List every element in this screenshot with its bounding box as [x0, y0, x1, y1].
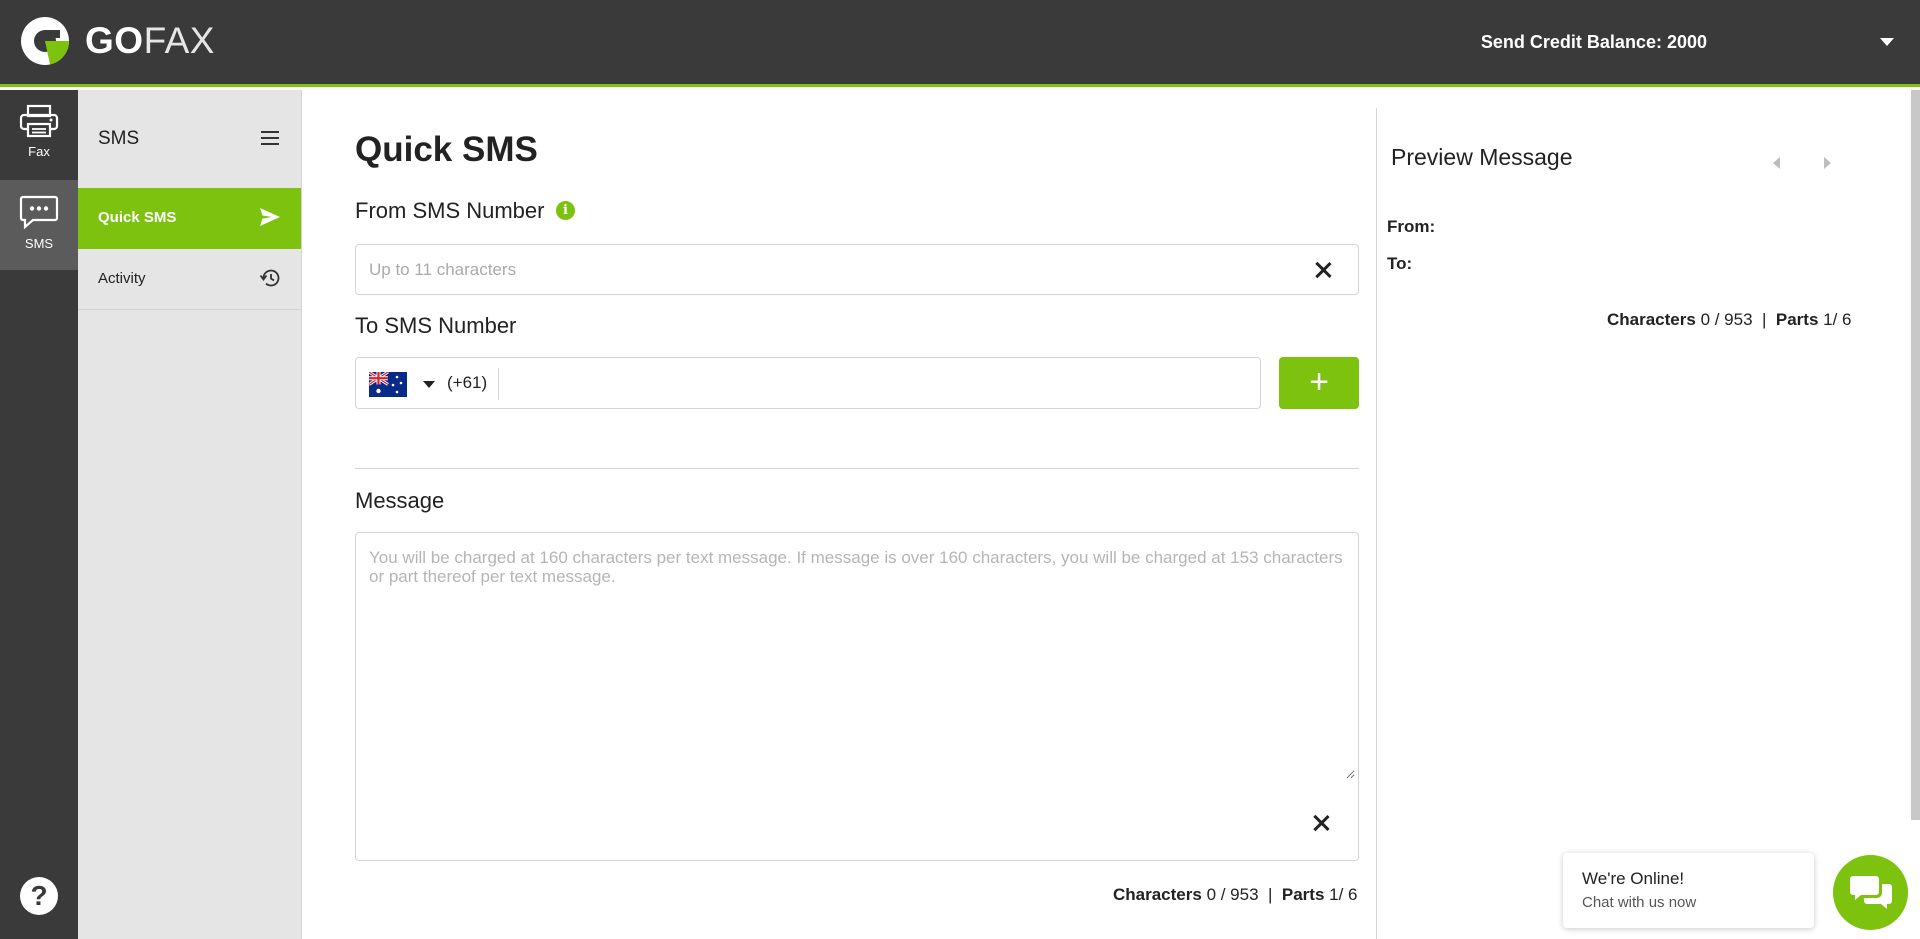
printer-icon — [19, 104, 59, 138]
send-icon — [260, 208, 280, 226]
preview-title: Preview Message — [1391, 144, 1573, 170]
chat-bubbles-icon — [1850, 876, 1892, 909]
australia-flag-icon[interactable] — [369, 372, 407, 397]
top-bar: GOFAX Send Credit Balance: 2000 — [0, 0, 1920, 87]
info-icon[interactable]: i — [556, 201, 575, 220]
subnav-item-quick-sms[interactable]: Quick SMS — [78, 188, 301, 249]
rail-item-fax[interactable]: Fax — [0, 90, 78, 180]
parts-label: Parts — [1775, 310, 1819, 329]
characters-label: Characters — [1607, 310, 1696, 329]
counter-separator: | — [1268, 885, 1273, 904]
parts-value: 1/ 6 — [1329, 885, 1358, 904]
characters-label: Characters — [1113, 885, 1202, 904]
history-icon — [259, 269, 280, 287]
clear-from-icon[interactable] — [1312, 259, 1334, 281]
preview-from-label: From: — [1387, 217, 1436, 236]
preview-counter: Characters 0 / 953 | Parts 1/ 6 — [1607, 310, 1852, 330]
sms-subnav: SMS Quick SMS Activity — [78, 90, 302, 939]
subnav-item-label: Activity — [98, 270, 146, 287]
characters-value: 0 / 953 — [1700, 310, 1753, 329]
chat-greeting-card[interactable]: We're Online! Chat with us now — [1563, 853, 1814, 928]
message-textarea[interactable] — [357, 534, 1355, 779]
logo-go: GO — [85, 20, 144, 61]
left-rail: Fax SMS ? — [0, 90, 78, 939]
message-label: Message — [355, 488, 445, 513]
clear-message-icon[interactable] — [1310, 812, 1332, 834]
subnav-title: SMS — [98, 128, 140, 149]
hamburger-menu-icon[interactable] — [261, 131, 279, 145]
chat-title: We're Online! — [1582, 869, 1685, 888]
logo-fax: FAX — [143, 20, 215, 61]
to-sms-number-field[interactable]: (+61) — [355, 357, 1261, 409]
chat-icon — [19, 195, 59, 230]
from-sms-number-label: From SMS Number — [355, 198, 545, 223]
dial-code: (+61) — [447, 373, 488, 392]
gofax-logo-icon — [20, 16, 70, 66]
account-dropdown-caret-icon[interactable] — [1880, 38, 1894, 46]
page-scrollbar[interactable] — [1911, 90, 1920, 820]
subnav-item-activity[interactable]: Activity — [78, 249, 301, 310]
parts-label: Parts — [1281, 885, 1325, 904]
to-sms-number-label: To SMS Number — [355, 313, 517, 338]
rail-item-sms[interactable]: SMS — [0, 180, 78, 270]
counter-separator: | — [1762, 310, 1767, 329]
add-recipient-button[interactable]: + — [1279, 357, 1359, 409]
form-divider — [355, 468, 1359, 469]
dial-separator — [498, 368, 499, 400]
help-icon[interactable]: ? — [20, 877, 58, 915]
gofax-wordmark: GOFAX — [85, 20, 215, 62]
page-title: Quick SMS — [355, 130, 538, 169]
characters-value: 0 / 953 — [1206, 885, 1259, 904]
preview-panel: Preview Message From: To: Characters 0 /… — [1376, 108, 1920, 939]
preview-prev-icon[interactable] — [1773, 157, 1780, 169]
gofax-logo[interactable]: GOFAX — [20, 16, 215, 66]
rail-item-fax-label: Fax — [28, 144, 50, 159]
preview-to-label: To: — [1387, 254, 1413, 273]
parts-value: 1/ 6 — [1823, 310, 1852, 329]
message-counter: Characters 0 / 953 | Parts 1/ 6 — [1113, 885, 1358, 905]
from-sms-number-input[interactable] — [355, 244, 1359, 295]
live-chat-button[interactable] — [1833, 855, 1908, 930]
message-box — [355, 532, 1359, 861]
rail-item-sms-label: SMS — [24, 236, 54, 251]
subnav-header: SMS — [78, 90, 301, 188]
country-dropdown-caret-icon[interactable] — [423, 381, 435, 388]
subnav-item-label: Quick SMS — [98, 209, 177, 226]
chat-subtitle: Chat with us now — [1582, 894, 1697, 911]
preview-next-icon[interactable] — [1824, 157, 1831, 169]
credit-balance[interactable]: Send Credit Balance: 2000 — [1481, 32, 1707, 53]
